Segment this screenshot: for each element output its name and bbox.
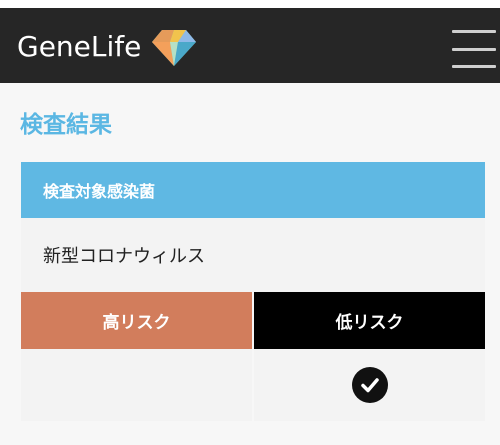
result-low-cell [254,349,485,421]
page-title: 検査結果 [20,112,112,138]
risk-header-row: 高リスク 低リスク [21,292,485,349]
table-header-label: 検査対象感染菌 [43,182,156,201]
check-mark-icon [360,378,379,393]
check-circle-icon [351,367,388,403]
top-strip [0,0,500,8]
main-content: 検査結果 検査対象感染菌 新型コロナウィルス 高リスク 低リスク [0,83,500,445]
risk-high-header: 高リスク [21,292,252,349]
brand-logo-text[interactable]: GeneLife [17,30,141,63]
diamond-gem-icon [152,30,196,66]
result-high-cell [21,349,252,421]
result-table: 検査対象感染菌 新型コロナウィルス 高リスク 低リスク [21,162,485,421]
risk-low-label: 低リスク [335,313,404,333]
risk-low-header: 低リスク [254,292,485,349]
app-header: GeneLife [0,8,500,83]
table-value-text: 新型コロナウィルス [43,246,205,267]
risk-high-label: 高リスク [102,313,171,333]
hamburger-menu-button[interactable] [452,30,496,70]
table-value-row: 新型コロナウィルス [21,218,485,292]
result-row [21,349,485,421]
table-header: 検査対象感染菌 [21,162,485,218]
